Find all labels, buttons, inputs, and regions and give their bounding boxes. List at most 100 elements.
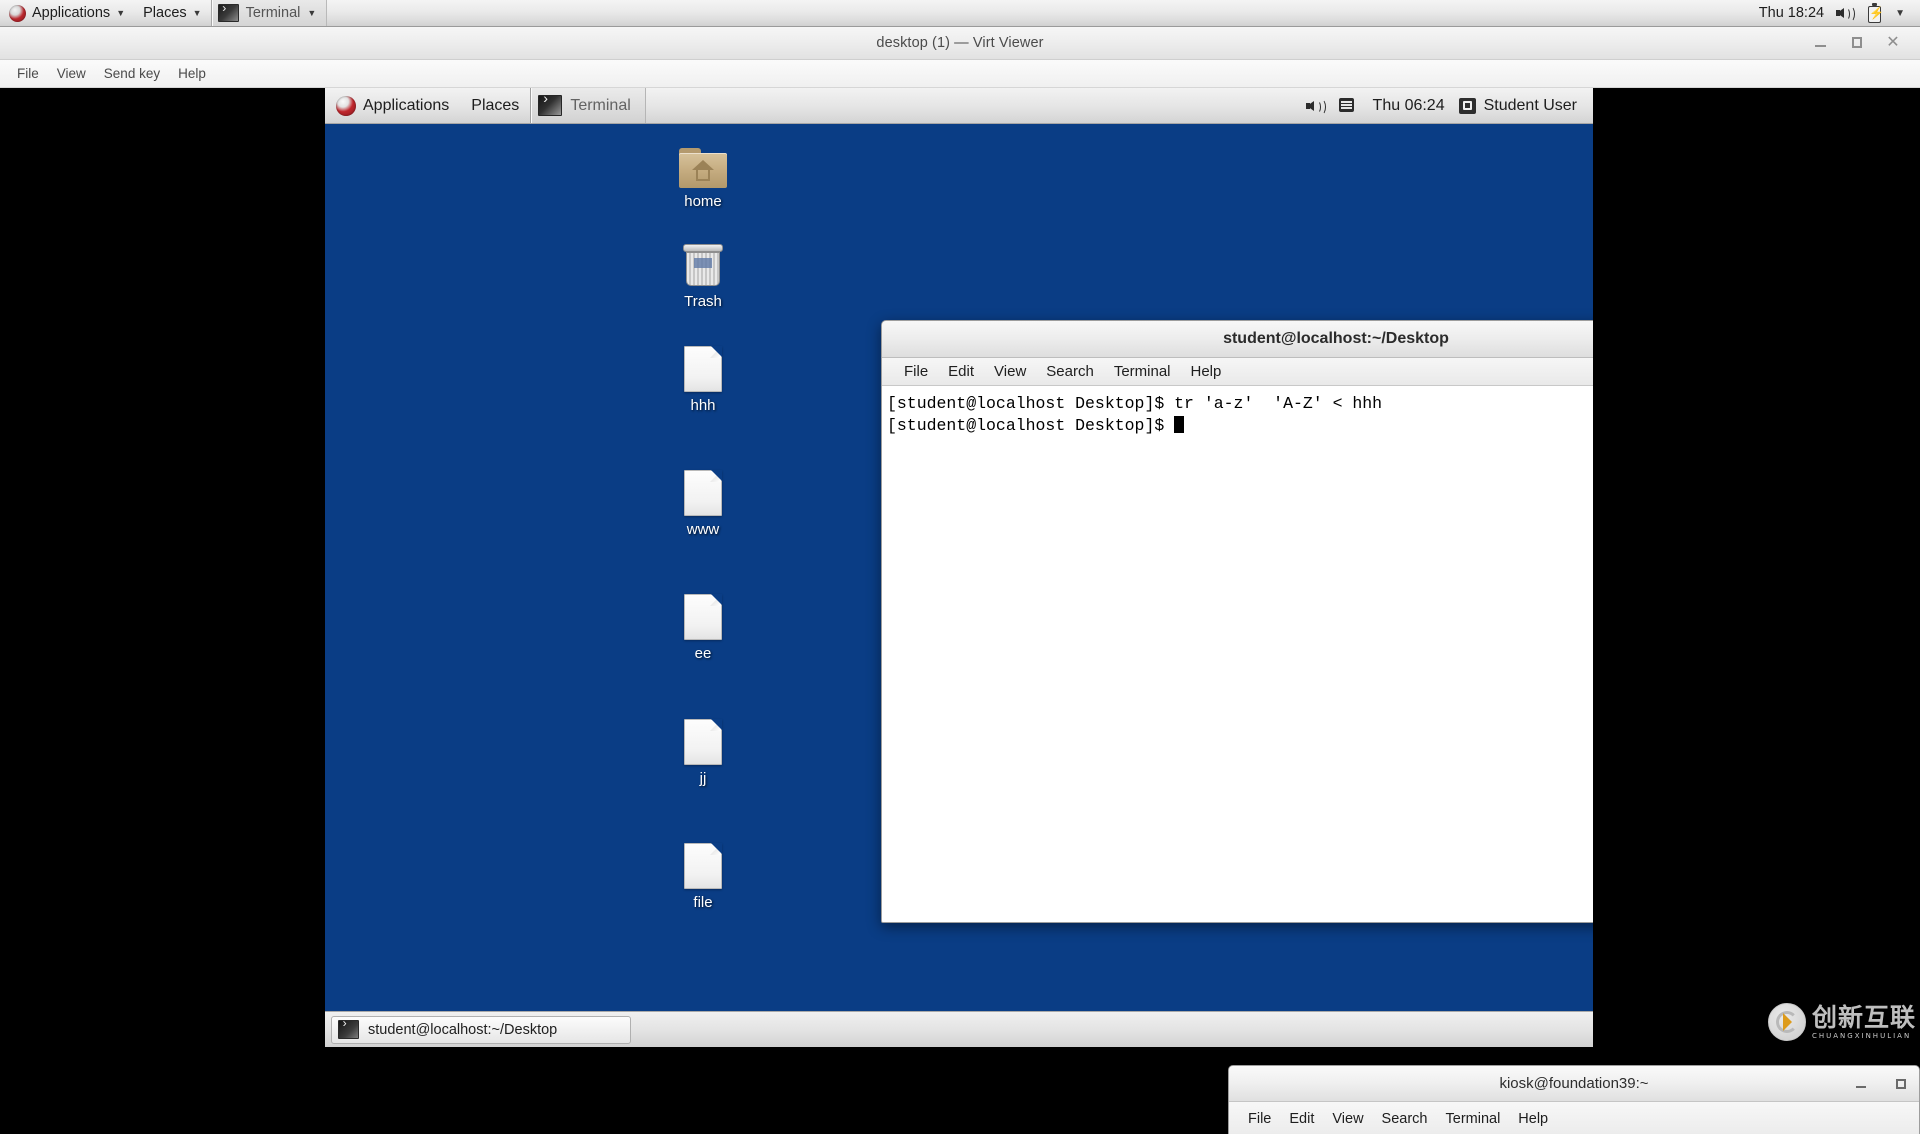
fedora-logo-icon xyxy=(336,96,356,116)
desktop-icon-label: jj xyxy=(655,770,751,787)
kiosk-terminal-window: kiosk@foundation39:~ File Edit View Sear… xyxy=(1228,1065,1920,1134)
kiosk-menu-help[interactable]: Help xyxy=(1509,1111,1557,1127)
desktop-icon-jj[interactable]: jj xyxy=(655,713,751,787)
minimize-icon[interactable] xyxy=(1812,34,1830,52)
screen-root: Applications ▼ Places ▼ Terminal ▼ Thu 1… xyxy=(0,0,1920,1046)
terminal-window: student@localhost:~/Desktop ✕ File Edit … xyxy=(881,320,1593,923)
guest-desktop[interactable]: Applications Places Terminal xyxy=(325,88,1593,1047)
terminal-menu-file[interactable]: File xyxy=(894,363,938,380)
chevron-down-icon: ▼ xyxy=(193,9,202,18)
watermark-subtext: CHUANGXINHULIAN xyxy=(1812,1032,1916,1040)
virt-viewer-title: desktop (1) — Virt Viewer xyxy=(876,35,1043,51)
vv-menu-file[interactable]: File xyxy=(8,66,48,81)
desktop-icon-file[interactable]: file xyxy=(655,837,751,911)
guest-bottom-taskbar: student@localhost:~/Desktop xyxy=(325,1011,1593,1047)
desktop-icon-trash[interactable]: Trash xyxy=(655,236,751,310)
vv-menu-send-key[interactable]: Send key xyxy=(95,66,169,81)
host-applications-label: Applications xyxy=(32,5,110,21)
terminal-menu-edit[interactable]: Edit xyxy=(938,363,984,380)
taskbar-item-label: student@localhost:~/Desktop xyxy=(368,1022,557,1038)
file-icon xyxy=(655,464,751,516)
close-icon[interactable]: ✕ xyxy=(1884,34,1902,52)
host-applications-menu[interactable]: Applications ▼ xyxy=(0,0,134,26)
kiosk-title: kiosk@foundation39:~ xyxy=(1499,1075,1648,1092)
terminal-line-1: [student@localhost Desktop]$ tr 'a-z' 'A… xyxy=(887,393,1593,415)
kiosk-menu-edit[interactable]: Edit xyxy=(1280,1111,1323,1127)
desktop-icon-home[interactable]: home xyxy=(655,136,751,210)
kiosk-menu-view[interactable]: View xyxy=(1323,1111,1372,1127)
host-window-task-label: Terminal xyxy=(246,5,301,21)
desktop-icon-hhh[interactable]: hhh xyxy=(655,340,751,414)
user-icon xyxy=(1459,98,1476,114)
file-icon xyxy=(655,837,751,889)
network-icon[interactable] xyxy=(1335,95,1359,117)
terminal-menu-help[interactable]: Help xyxy=(1181,363,1232,380)
fedora-logo-icon xyxy=(9,5,26,22)
terminal-screen[interactable]: [student@localhost Desktop]$ tr 'a-z' 'A… xyxy=(882,386,1593,923)
terminal-line-2-wrap: [student@localhost Desktop]$ xyxy=(887,415,1593,437)
desktop-icon-label: hhh xyxy=(655,397,751,414)
maximize-icon[interactable] xyxy=(1893,1076,1909,1092)
kiosk-titlebar[interactable]: kiosk@foundation39:~ xyxy=(1229,1066,1919,1102)
guest-window-task-label: Terminal xyxy=(570,97,630,115)
desktop-icon-label: www xyxy=(655,521,751,538)
file-icon xyxy=(655,713,751,765)
terminal-menu-view[interactable]: View xyxy=(984,363,1036,380)
kiosk-menubar: File Edit View Search Terminal Help xyxy=(1229,1102,1919,1134)
terminal-menubar: File Edit View Search Terminal Help xyxy=(882,358,1593,386)
desktop-icon-www[interactable]: www xyxy=(655,464,751,538)
guest-applications-label: Applications xyxy=(363,97,449,115)
vv-menu-view[interactable]: View xyxy=(48,66,95,81)
minimize-icon[interactable] xyxy=(1853,1076,1869,1092)
volume-muted-icon[interactable] xyxy=(1835,3,1857,23)
folder-icon xyxy=(655,136,751,188)
guest-top-panel: Applications Places Terminal xyxy=(325,88,1593,124)
host-panel-right: Thu 18:24 ⚡ ▼ xyxy=(1751,0,1920,26)
terminal-titlebar[interactable]: student@localhost:~/Desktop ✕ xyxy=(882,321,1593,358)
chevron-down-icon[interactable]: ▼ xyxy=(1888,8,1912,19)
taskbar-item-terminal[interactable]: student@localhost:~/Desktop xyxy=(331,1016,631,1044)
virt-viewer-window-controls: ✕ xyxy=(1812,27,1914,59)
volume-icon[interactable] xyxy=(1303,95,1327,117)
guest-places-label: Places xyxy=(471,97,519,115)
host-clock[interactable]: Thu 18:24 xyxy=(1751,5,1832,21)
host-top-panel: Applications ▼ Places ▼ Terminal ▼ Thu 1… xyxy=(0,0,1920,27)
kiosk-window-controls xyxy=(1853,1066,1909,1101)
host-places-menu[interactable]: Places ▼ xyxy=(134,0,210,26)
host-places-label: Places xyxy=(143,5,187,21)
virt-viewer-menubar: File View Send key Help xyxy=(0,60,1920,88)
terminal-menu-search[interactable]: Search xyxy=(1036,363,1104,380)
file-icon xyxy=(655,588,751,640)
chevron-down-icon: ▼ xyxy=(116,9,125,18)
terminal-line-2: [student@localhost Desktop]$ xyxy=(887,416,1174,435)
guest-window-task-terminal[interactable]: Terminal xyxy=(530,88,645,123)
vv-menu-help[interactable]: Help xyxy=(169,66,215,81)
watermark-badge-icon xyxy=(1768,1003,1806,1041)
terminal-icon xyxy=(218,4,239,22)
virt-viewer-titlebar[interactable]: desktop (1) — Virt Viewer ✕ xyxy=(0,27,1920,60)
watermark-logo: 创新互联 CHUANGXINHULIAN xyxy=(1768,1003,1916,1041)
terminal-icon xyxy=(338,1020,359,1039)
guest-applications-menu[interactable]: Applications xyxy=(325,88,460,123)
desktop-icon-ee[interactable]: ee xyxy=(655,588,751,662)
chevron-down-icon: ▼ xyxy=(307,9,316,18)
watermark-text: 创新互联 xyxy=(1812,1005,1916,1030)
guest-user-menu[interactable]: Student User xyxy=(1455,97,1589,115)
virt-viewer-viewport: Applications Places Terminal xyxy=(0,88,1920,1047)
kiosk-menu-search[interactable]: Search xyxy=(1373,1111,1437,1127)
kiosk-menu-terminal[interactable]: Terminal xyxy=(1437,1111,1510,1127)
host-panel-left: Applications ▼ Places ▼ Terminal ▼ xyxy=(0,0,327,26)
desktop-icon-label: ee xyxy=(655,645,751,662)
desktop-icon-label: file xyxy=(655,894,751,911)
guest-clock[interactable]: Thu 06:24 xyxy=(1363,97,1455,115)
guest-user-label: Student User xyxy=(1484,97,1577,115)
guest-places-menu[interactable]: Places xyxy=(460,88,530,123)
kiosk-menu-file[interactable]: File xyxy=(1239,1111,1280,1127)
battery-charging-icon[interactable]: ⚡ xyxy=(1863,3,1885,23)
terminal-cursor xyxy=(1174,416,1184,433)
host-window-task-terminal[interactable]: Terminal ▼ xyxy=(211,0,328,26)
terminal-menu-terminal[interactable]: Terminal xyxy=(1104,363,1181,380)
file-icon xyxy=(655,340,751,392)
maximize-icon[interactable] xyxy=(1848,34,1866,52)
terminal-title: student@localhost:~/Desktop xyxy=(1223,330,1449,348)
